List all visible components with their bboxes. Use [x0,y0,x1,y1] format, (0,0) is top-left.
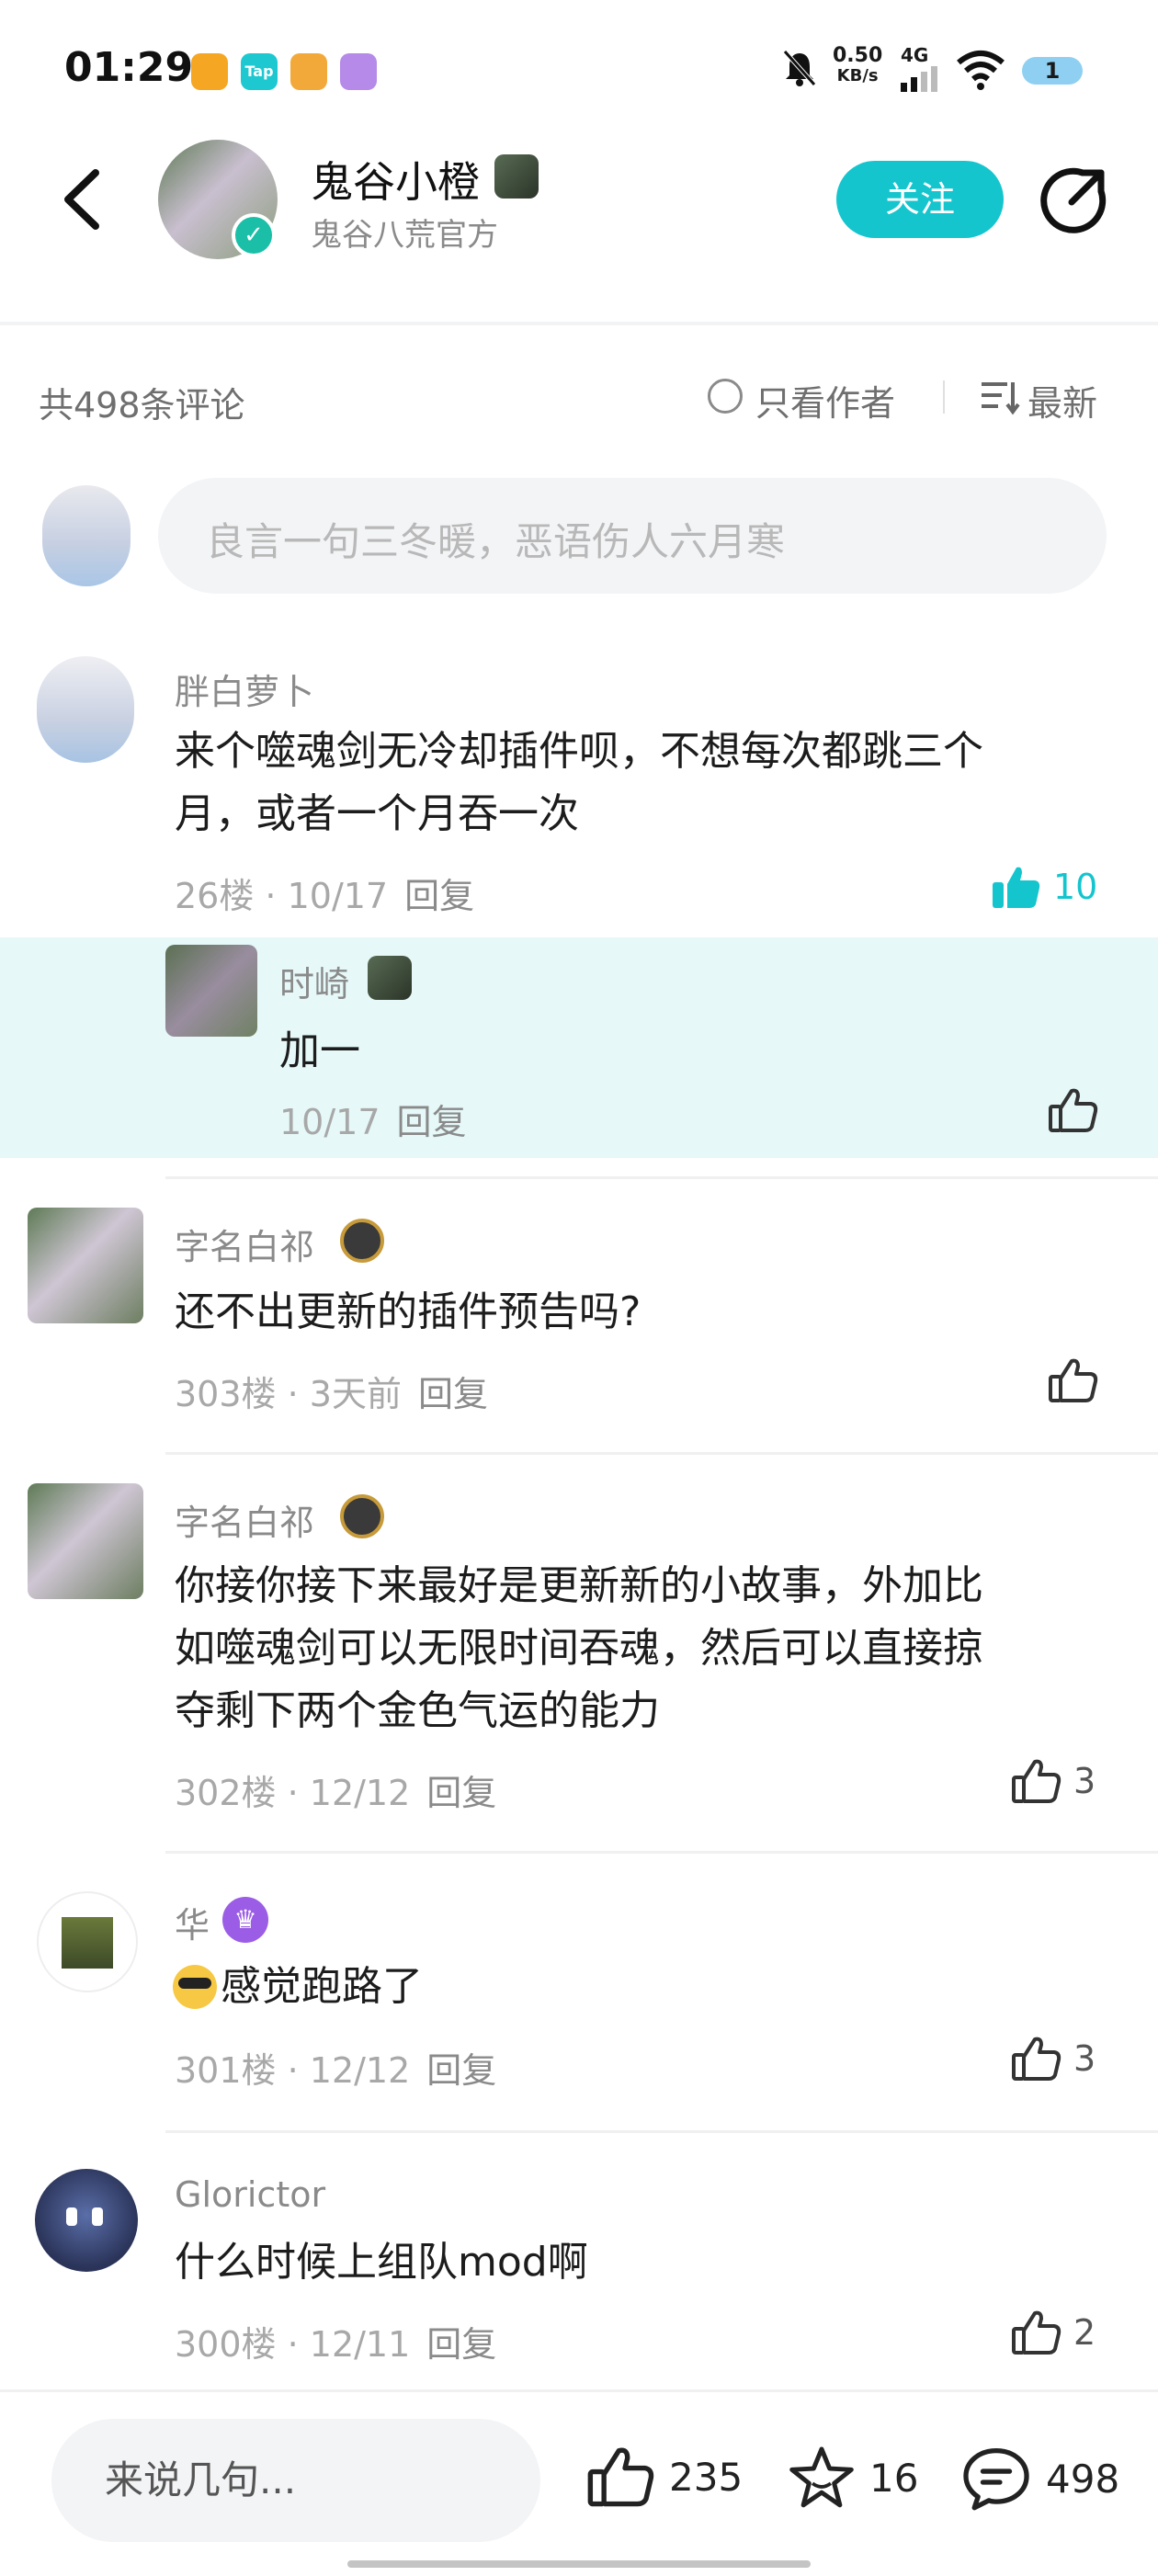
signal-icon [901,66,937,92]
reply-button[interactable]: 回复 [426,1773,496,1813]
bottom-favorite-button[interactable]: 16 [787,2445,918,2511]
separator [165,2130,1158,2133]
comment-text: 什么时候上组队mod啊 [175,2239,588,2286]
avatar[interactable] [35,2169,138,2272]
trophy-badge-icon: ♛ [222,1897,268,1943]
like-button[interactable]: 3 [1011,2035,1096,2082]
home-indicator[interactable] [347,2560,811,2568]
like-button[interactable]: 3 [1011,1757,1096,1805]
author-only-toggle[interactable]: 只看作者 [755,375,895,426]
mute-bell-icon [783,50,816,86]
net-speed: 0.50 KB/s [833,44,883,86]
podcast-app-icon [340,53,377,90]
commenter-name[interactable]: 字名白祁 [175,1494,314,1545]
coin-app-icon [290,53,327,90]
avatar[interactable] [28,1483,143,1599]
like-button[interactable]: 2 [1011,2309,1096,2356]
comment-total: 498 [1046,2456,1120,2502]
thumbs-up-icon[interactable] [1048,1086,1099,1134]
avatar[interactable] [37,1891,138,1992]
comment-text: 还不出更新的插件预告吗? [175,1288,641,1335]
thumbs-up-icon [1012,2310,1062,2355]
my-avatar [42,485,131,586]
toolbar-divider [943,380,945,414]
verified-icon: ✓ [232,213,276,257]
avatar[interactable] [37,656,134,763]
like-button[interactable]: 10 [991,864,1097,910]
status-time: 01:29 [64,44,194,91]
comment-meta: 300楼 · 12/11 回复 [175,2324,497,2365]
sunglasses-emoji-icon [173,1965,217,2009]
bottom-like-button[interactable]: 235 [586,2445,743,2509]
reply-button[interactable]: 回复 [418,1374,488,1414]
comment-count: 共498条评论 [39,385,245,426]
thumbs-up-filled-icon [993,867,1040,908]
separator [165,1851,1158,1854]
thumbs-up-icon[interactable] [1048,1356,1099,1404]
author-name[interactable]: 鬼谷小橙 [311,149,480,210]
thumbs-up-icon [1012,2037,1062,2081]
comment-meta: 302楼 · 12/12 回复 [175,1773,497,1813]
author-subtitle: 鬼谷八荒官方 [311,217,498,254]
comment-meta: 301楼 · 12/12 回复 [175,2050,497,2091]
follow-button[interactable]: 关注 [836,161,1004,238]
wifi-icon [957,51,1005,90]
bottom-comment-input[interactable]: 来说几句... [51,2419,540,2542]
commenter-name[interactable]: 华 [175,1897,210,1947]
avatar[interactable] [165,945,257,1037]
trophy-badge-icon [340,1219,384,1263]
sort-label[interactable]: 最新 [1027,375,1097,426]
comment-bubble-icon [963,2447,1029,2511]
battery-indicator: 1 [1022,57,1083,85]
bottom-comments-button[interactable]: 498 [959,2445,1119,2513]
commenter-name[interactable]: 胖白萝卜 [175,664,314,714]
comment-meta: 303楼 · 3天前 回复 [175,1374,488,1414]
reply-button[interactable]: 回复 [426,2050,496,2091]
comment-text: 感觉跑路了 [221,1963,423,2010]
composer-placeholder[interactable]: 良言一句三冬暖，恶语伤人六月寒 [206,511,785,567]
commenter-name[interactable]: 字名白祁 [175,1219,314,1269]
commenter-name[interactable]: Glorictor [175,2174,325,2215]
separator [165,1452,1158,1455]
thumbs-up-icon [587,2447,654,2507]
reply-meta: 10/17 回复 [279,1102,467,1142]
reply-text: 加一 [279,1027,360,1074]
floor-date: 26楼 · 10/17 [175,876,389,916]
back-icon[interactable] [59,167,103,232]
radio-icon[interactable] [708,379,743,414]
taptap-app-icon: Tap [241,53,278,90]
reply-button[interactable]: 回复 [426,2324,496,2365]
avatar[interactable] [28,1208,143,1323]
reply-button[interactable]: 回复 [397,1102,467,1142]
reply-author[interactable]: 时崎 [279,956,349,1006]
star-icon [789,2446,854,2508]
comment-meta: 26楼 · 10/17 回复 [175,868,474,918]
comment-text: 你接你接下来最好是更新新的小故事，外加比 如噬魂剑可以无限时间吞魂，然后可以直接… [175,1562,983,1734]
favorite-count: 16 [869,2455,919,2501]
thumbs-up-icon [1012,1759,1062,1803]
user-badge-icon [368,956,412,1000]
author-badge-icon [494,154,539,199]
separator [165,1176,1158,1179]
share-icon[interactable] [1040,165,1108,233]
sort-icon[interactable] [980,379,1020,415]
reply-button[interactable]: 回复 [404,876,474,916]
header-divider [0,322,1158,325]
notification-app-icon [191,53,228,90]
network-type: 4G [901,44,929,66]
like-count: 235 [669,2454,744,2500]
comment-text: 来个噬魂剑无冷却插件呗，不想每次都跳三个 月，或者一个月吞一次 [175,728,983,837]
trophy-badge-icon [340,1494,384,1538]
